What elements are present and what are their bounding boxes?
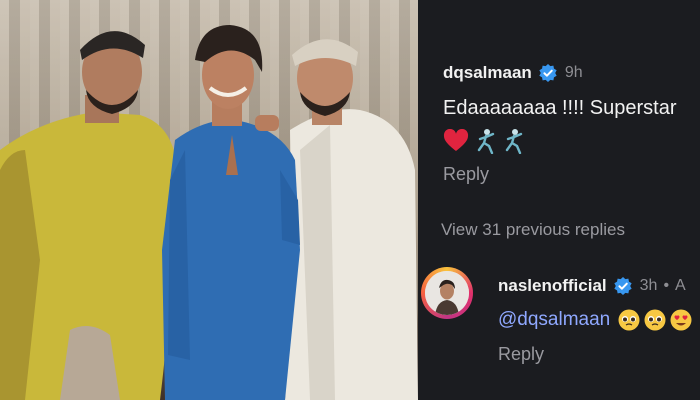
heart-eyes-icon bbox=[670, 309, 692, 331]
comment2-header: naslenofficial 3h • A bbox=[498, 276, 686, 296]
avatar-person-icon bbox=[425, 271, 469, 315]
avatar[interactable] bbox=[421, 267, 473, 319]
verified-badge-icon bbox=[539, 64, 557, 82]
comment2-text: @dqsalmaan bbox=[498, 309, 696, 331]
man-right bbox=[285, 39, 418, 400]
comment2-separator: • bbox=[663, 277, 670, 294]
dancing-man-icon bbox=[477, 129, 495, 154]
comment1-time: 9h bbox=[564, 64, 583, 81]
comment1-emojis bbox=[443, 128, 525, 154]
verified-badge-icon bbox=[614, 277, 632, 295]
comment2-mention[interactable]: @dqsalmaan bbox=[498, 309, 610, 331]
comment2-trailing-text: A bbox=[675, 277, 686, 294]
pleading-face-icon bbox=[644, 309, 666, 331]
pleading-face-icon bbox=[618, 309, 640, 331]
man-middle bbox=[162, 25, 300, 400]
comment2-username[interactable]: naslenofficial bbox=[498, 276, 607, 296]
comment2-reply-button[interactable]: Reply bbox=[498, 344, 544, 365]
comment1-username[interactable]: dqsalmaan bbox=[443, 63, 532, 83]
screenshot-root: dqsalmaan 9h Edaaaaaaaa !!!! Superstar R… bbox=[0, 0, 700, 400]
view-previous-replies[interactable]: View 31 previous replies bbox=[441, 220, 625, 240]
dancing-man-icon bbox=[505, 129, 523, 154]
comment1-reply-button[interactable]: Reply bbox=[443, 164, 489, 185]
comments-panel: dqsalmaan 9h Edaaaaaaaa !!!! Superstar R… bbox=[418, 0, 700, 400]
three-men-illustration bbox=[0, 25, 418, 400]
heart-icon bbox=[443, 129, 469, 151]
post-photo[interactable] bbox=[0, 0, 418, 400]
man-left bbox=[0, 31, 178, 400]
comment1-header: dqsalmaan 9h bbox=[443, 63, 583, 83]
comment2-time: 3h bbox=[639, 277, 658, 294]
comment1-text: Edaaaaaaaa !!!! Superstar bbox=[443, 97, 677, 119]
